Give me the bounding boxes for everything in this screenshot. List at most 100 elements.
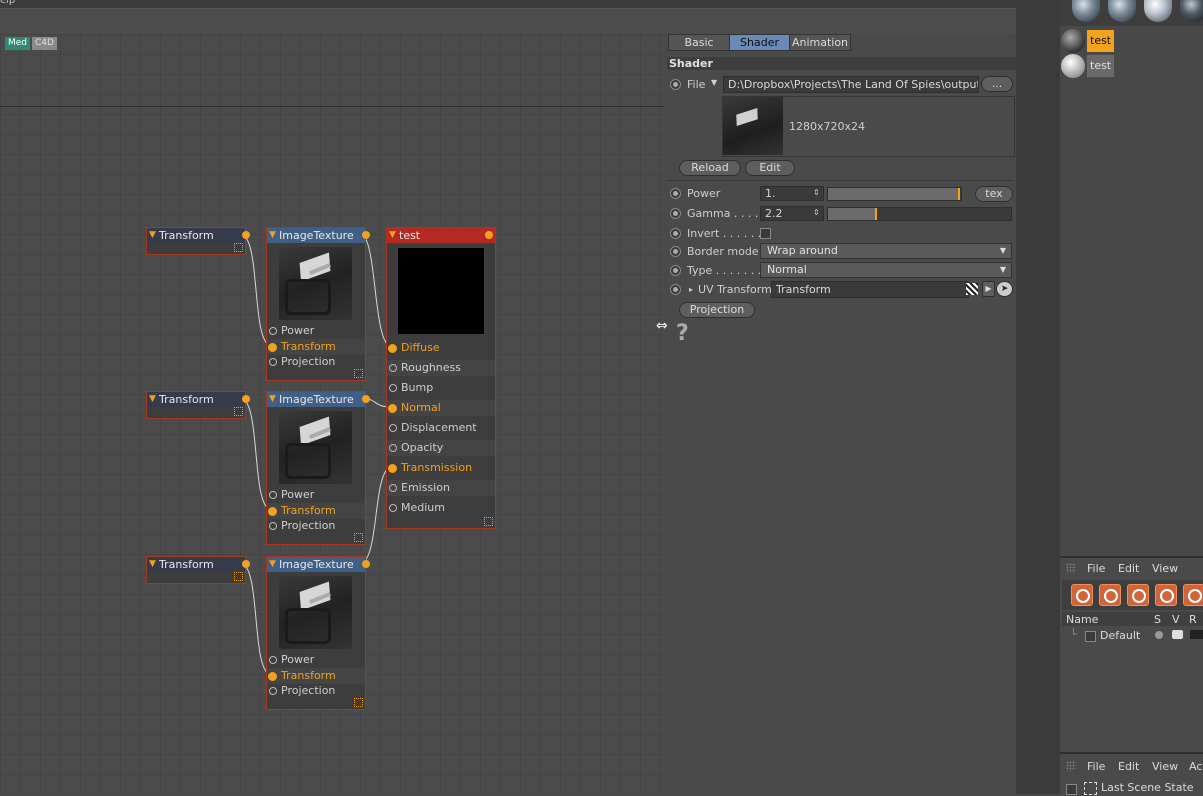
- scene-menu-view[interactable]: View: [1152, 760, 1178, 773]
- output-port-icon[interactable]: [485, 231, 493, 239]
- material-node-test[interactable]: ▼ test Diffuse Roughness Bump Normal Disp…: [386, 227, 496, 529]
- uv-transform-link-field[interactable]: Transform: [771, 281, 969, 298]
- image-texture-node-1[interactable]: ▼ ImageTexture Power Transform Projection: [266, 227, 370, 381]
- input-port-icon[interactable]: [388, 344, 397, 353]
- pin-normal[interactable]: Normal: [387, 400, 495, 416]
- resize-handle-icon[interactable]: [484, 517, 493, 526]
- pin-power[interactable]: Power: [267, 652, 365, 668]
- sphere-preset-icon[interactable]: [1180, 0, 1203, 22]
- tag-c4d[interactable]: C4D: [32, 37, 57, 50]
- animate-radio-icon[interactable]: [670, 228, 681, 239]
- layer-tool-icon[interactable]: [1127, 584, 1149, 606]
- resize-handle-icon[interactable]: [354, 369, 363, 378]
- output-port-icon[interactable]: [242, 231, 250, 239]
- pin-diffuse[interactable]: Diffuse: [387, 340, 495, 356]
- power-slider[interactable]: [827, 187, 962, 201]
- panel-grip-icon[interactable]: [1066, 563, 1076, 573]
- input-port-icon[interactable]: [269, 491, 277, 499]
- animate-radio-icon[interactable]: [670, 188, 681, 199]
- resize-handle-icon[interactable]: [234, 572, 243, 581]
- output-port-icon[interactable]: [362, 395, 370, 403]
- collapse-triangle-icon[interactable]: ▼: [269, 228, 276, 243]
- pin-emission[interactable]: Emission: [387, 480, 495, 496]
- type-dropdown[interactable]: Normal ▼: [760, 262, 1012, 278]
- layer-tool-icon[interactable]: [1071, 584, 1093, 606]
- menu-help-partial[interactable]: elp: [0, 0, 15, 6]
- projection-button[interactable]: Projection: [679, 302, 755, 318]
- reload-button[interactable]: Reload: [679, 160, 741, 176]
- input-port-icon[interactable]: [388, 404, 397, 413]
- input-port-icon[interactable]: [388, 464, 397, 473]
- input-port-icon[interactable]: [268, 343, 277, 352]
- scene-menu-edit[interactable]: Edit: [1118, 760, 1139, 773]
- checker-icon[interactable]: [966, 283, 978, 295]
- input-port-icon[interactable]: [389, 484, 397, 492]
- animate-radio-icon[interactable]: [670, 284, 681, 295]
- input-port-icon[interactable]: [389, 504, 397, 512]
- pin-roughness[interactable]: Roughness: [387, 360, 495, 376]
- scene-menu-more[interactable]: Ac: [1189, 760, 1202, 773]
- input-port-icon[interactable]: [389, 384, 397, 392]
- output-port-icon[interactable]: [362, 231, 370, 239]
- scene-checkbox[interactable]: [1066, 784, 1077, 795]
- stepper-icon[interactable]: ⇕: [813, 186, 820, 199]
- image-texture-node-2[interactable]: ▼ ImageTexture Power Transform Projection: [266, 391, 370, 545]
- animate-radio-icon[interactable]: [670, 208, 681, 219]
- sphere-preset-icon[interactable]: [1144, 0, 1172, 22]
- expand-triangle-icon[interactable]: ▸: [689, 283, 693, 296]
- pin-projection[interactable]: Projection: [267, 683, 365, 699]
- pin-projection[interactable]: Projection: [267, 518, 365, 534]
- material-thumbnail-icon[interactable]: [1061, 54, 1085, 78]
- tex-button[interactable]: tex: [975, 186, 1013, 202]
- transform-node-1[interactable]: ▼ Transform: [146, 227, 250, 255]
- layer-menu-edit[interactable]: Edit: [1118, 562, 1139, 575]
- collapse-triangle-icon[interactable]: ▼: [149, 228, 156, 243]
- play-arrow-icon[interactable]: ▶: [982, 281, 995, 297]
- column-name[interactable]: Name: [1066, 613, 1098, 626]
- output-port-icon[interactable]: [242, 560, 250, 568]
- pin-transform[interactable]: Transform: [267, 668, 365, 684]
- input-port-icon[interactable]: [268, 672, 277, 681]
- tab-animation[interactable]: Animation: [789, 34, 851, 51]
- image-texture-node-3[interactable]: ▼ ImageTexture Power Transform Projection: [266, 556, 370, 710]
- input-port-icon[interactable]: [389, 444, 397, 452]
- layer-menu-view[interactable]: View: [1152, 562, 1178, 575]
- tag-med[interactable]: Med: [5, 37, 31, 50]
- animate-radio-icon[interactable]: [670, 265, 681, 276]
- solo-dot-icon[interactable]: [1155, 631, 1163, 639]
- material-thumbnail-icon[interactable]: [1061, 29, 1085, 53]
- pin-medium[interactable]: Medium: [387, 500, 495, 516]
- sphere-preset-icon[interactable]: [1108, 0, 1136, 22]
- layer-tool-icon[interactable]: [1155, 584, 1177, 606]
- resize-handle-icon[interactable]: [234, 407, 243, 416]
- pick-cursor-icon[interactable]: ➤: [996, 281, 1013, 297]
- visible-eye-icon[interactable]: [1172, 630, 1183, 639]
- resize-handle-icon[interactable]: [354, 533, 363, 542]
- collapse-triangle-icon[interactable]: ▼: [149, 392, 156, 407]
- pin-power[interactable]: Power: [267, 323, 365, 339]
- pin-transform[interactable]: Transform: [267, 339, 365, 355]
- material-item[interactable]: test: [1087, 30, 1115, 52]
- stepper-icon[interactable]: ⇕: [813, 206, 820, 219]
- input-port-icon[interactable]: [269, 656, 277, 664]
- output-port-icon[interactable]: [362, 560, 370, 568]
- layer-tool-icon[interactable]: [1183, 584, 1203, 606]
- scene-menu-file[interactable]: File: [1087, 760, 1105, 773]
- input-port-icon[interactable]: [269, 327, 277, 335]
- pin-bump[interactable]: Bump: [387, 380, 495, 396]
- layer-color-swatch[interactable]: [1085, 631, 1096, 642]
- edit-button[interactable]: Edit: [745, 160, 795, 176]
- tab-basic[interactable]: Basic: [668, 34, 730, 51]
- tab-shader[interactable]: Shader: [729, 34, 790, 51]
- resize-handle-icon[interactable]: [354, 698, 363, 707]
- sphere-preset-icon[interactable]: [1072, 0, 1100, 22]
- material-item[interactable]: test: [1087, 55, 1115, 77]
- pin-opacity[interactable]: Opacity: [387, 440, 495, 456]
- animate-radio-icon[interactable]: [670, 246, 681, 257]
- render-icon[interactable]: [1190, 630, 1203, 639]
- pin-power[interactable]: Power: [267, 487, 365, 503]
- input-port-icon[interactable]: [268, 507, 277, 516]
- gamma-slider[interactable]: [827, 207, 1012, 221]
- output-port-icon[interactable]: [242, 395, 250, 403]
- layer-menu-file[interactable]: File: [1087, 562, 1105, 575]
